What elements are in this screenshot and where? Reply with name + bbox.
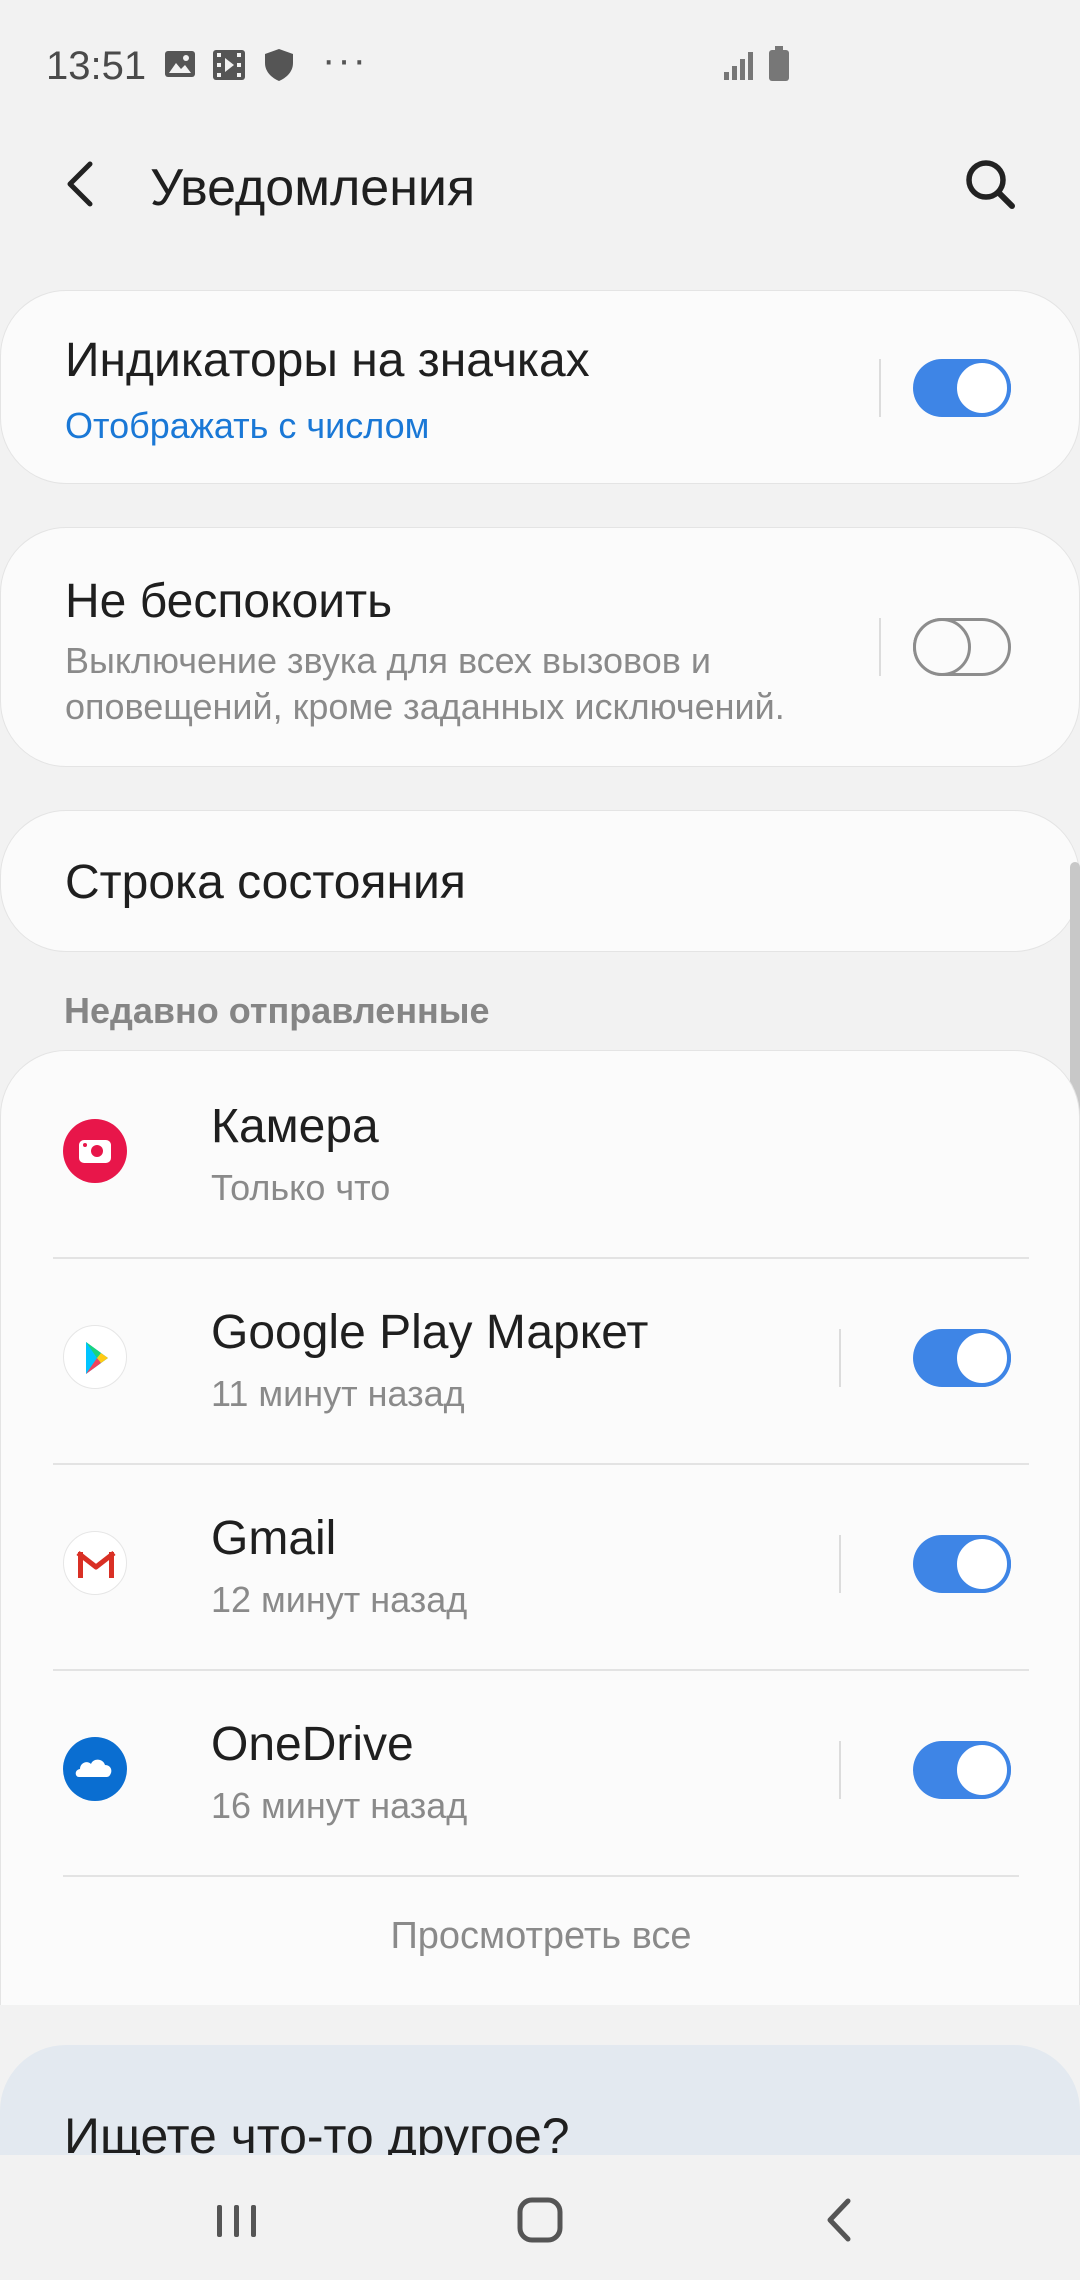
looking-for-something-else-card: Ищете что-то другое?: [0, 2045, 1080, 2155]
other-title: Ищете что-то другое?: [64, 2108, 570, 2155]
app-icon-badges-setting[interactable]: Индикаторы на значках Отображать с число…: [0, 290, 1080, 484]
onedrive-toggle[interactable]: [913, 1741, 1011, 1799]
dnd-subtitle-line1: Выключение звука для всех вызовов и: [65, 640, 712, 681]
status-time: 13:51: [46, 44, 147, 88]
google-play-toggle[interactable]: [913, 1329, 1011, 1387]
badges-subtitle: Отображать с числом: [65, 405, 430, 446]
app-time: 12 минут назад: [211, 1579, 468, 1620]
toggle-knob: [913, 618, 971, 676]
status-bar: 13:51 ···: [0, 0, 1080, 130]
divider: [839, 1535, 841, 1593]
divider: [839, 1329, 841, 1387]
gallery-icon: [164, 48, 196, 85]
status-bar-setting[interactable]: Строка состояния: [0, 810, 1080, 952]
toggle-knob: [953, 1535, 1011, 1593]
play-store-icon: [63, 1325, 127, 1389]
badges-toggle[interactable]: [913, 359, 1011, 417]
battery-icon: [768, 46, 790, 87]
app-time: 16 минут назад: [211, 1785, 468, 1826]
recent-apps-list: Камера Только что Google Play Маркет 11 …: [0, 1050, 1080, 2005]
dnd-title: Не беспокоить: [65, 575, 393, 628]
gmail-icon: [63, 1531, 127, 1595]
app-time: 11 минут назад: [211, 1373, 465, 1414]
list-item-gmail[interactable]: Gmail 12 минут назад: [1, 1463, 1080, 1669]
dnd-subtitle-line2: оповещений, кроме заданных исключений.: [65, 686, 785, 727]
signal-icon: [724, 50, 754, 85]
page-title: Уведомления: [150, 159, 476, 217]
search-icon[interactable]: [958, 152, 1022, 216]
back-arrow-icon[interactable]: [52, 154, 112, 214]
back-icon[interactable]: [806, 2185, 876, 2255]
recents-icon[interactable]: [202, 2185, 272, 2255]
dnd-toggle[interactable]: [913, 618, 1011, 676]
view-all-button[interactable]: Просмотреть все: [1, 1915, 1080, 1958]
do-not-disturb-setting[interactable]: Не беспокоить Выключение звука для всех …: [0, 527, 1080, 767]
app-name: Google Play Маркет: [211, 1306, 649, 1359]
recent-section-header: Недавно отправленные: [64, 990, 490, 1031]
status-bar-title: Строка состояния: [65, 856, 466, 909]
navigation-bar: [0, 2155, 1080, 2280]
badges-title: Индикаторы на значках: [65, 334, 590, 387]
home-icon[interactable]: [505, 2185, 575, 2255]
list-item-google-play[interactable]: Google Play Маркет 11 минут назад: [1, 1257, 1080, 1463]
camera-app-icon: [63, 1119, 127, 1183]
toggle-knob: [953, 1741, 1011, 1799]
gmail-toggle[interactable]: [913, 1535, 1011, 1593]
shield-icon: [264, 48, 294, 87]
video-icon: [212, 48, 246, 87]
toggle-knob: [953, 1329, 1011, 1387]
divider: [839, 1741, 841, 1799]
onedrive-icon: [63, 1737, 127, 1801]
list-item-camera[interactable]: Камера Только что: [1, 1051, 1080, 1257]
top-app-bar: Уведомления: [0, 130, 1080, 240]
divider: [63, 1875, 1019, 1877]
app-name: Gmail: [211, 1512, 337, 1565]
divider: [879, 618, 881, 676]
app-name: Камера: [211, 1100, 379, 1153]
more-notifications-icon: ···: [322, 38, 368, 82]
app-time: Только что: [211, 1167, 391, 1208]
toggle-knob: [953, 359, 1011, 417]
list-item-onedrive[interactable]: OneDrive 16 минут назад: [1, 1669, 1080, 1875]
divider: [879, 359, 881, 417]
app-name: OneDrive: [211, 1718, 414, 1771]
